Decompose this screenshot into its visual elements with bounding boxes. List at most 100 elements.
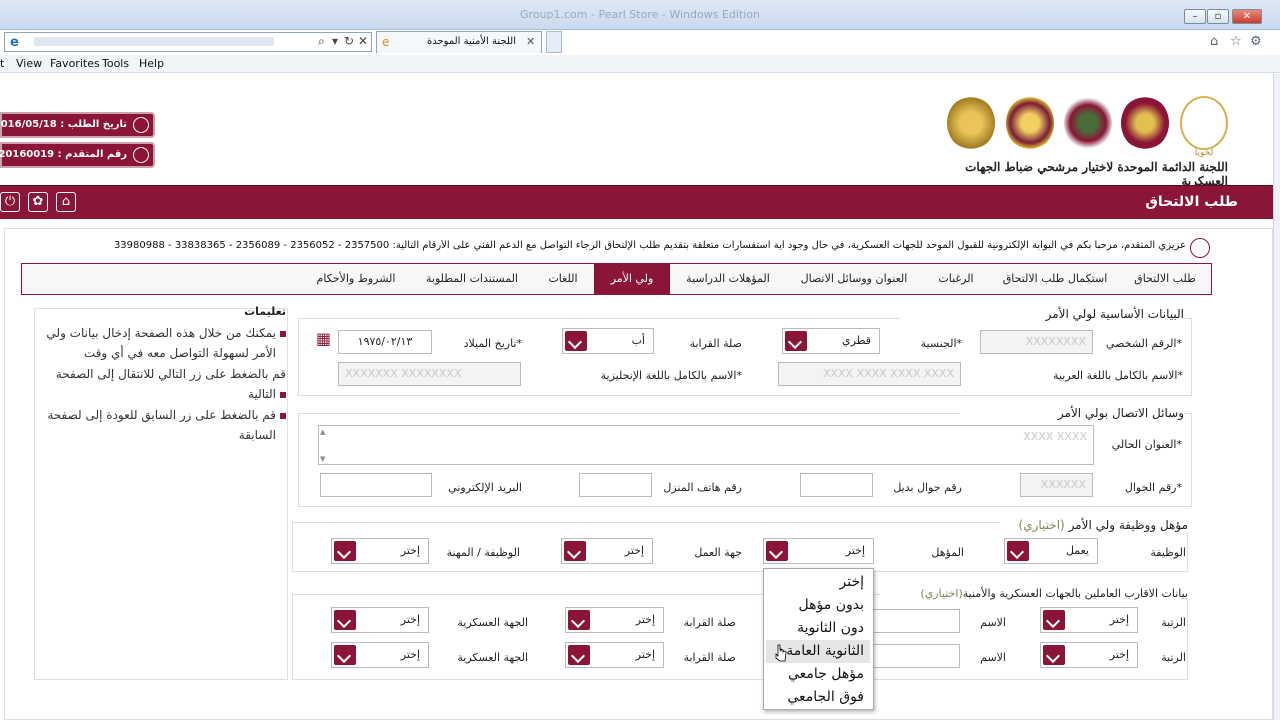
profession-label: الوظيفة / المهنة [446,546,520,559]
alt-mobile-field[interactable] [800,473,873,497]
clock-icon [133,117,149,133]
tab-address-contact[interactable]: العنوان ووسائل الاتصال [786,264,922,294]
relatives-title: بيانات الاقارب العاملين بالجهات العسكرية… [880,587,1188,600]
tab-ie-icon: e [382,35,390,49]
personal-id-field[interactable]: XXXXXXXX [980,330,1093,354]
page-scrollbar[interactable] [1273,74,1280,720]
email-field[interactable] [320,473,432,497]
ie-icon: e [10,35,19,50]
instruction-line: قم بالضغط على زر السابق للعودة إلى لصفحة [46,405,286,425]
contact-title: وسائل الاتصال بولي الأمر [960,406,1184,420]
power-icon[interactable]: ⏻ [0,192,20,212]
home-icon[interactable]: ⌂ [1210,34,1218,49]
home-page-icon[interactable]: ⌂ [56,192,76,212]
menu-file[interactable]: t [0,57,4,70]
lekhwiya-logo [1180,96,1228,150]
tab-complete-application[interactable]: استكمال طلب الالتحاق [990,264,1120,294]
name-ar-field[interactable]: XXXX XXXX XXXX XXXX [778,362,961,386]
new-tab-button[interactable] [546,31,562,53]
maximize-button[interactable]: ▫ [1207,9,1229,24]
relation-select[interactable]: أب [562,328,654,354]
relation-select-2[interactable]: إختر [565,642,664,668]
employer-select[interactable]: إختر [561,538,653,564]
chevron-down-icon [565,331,587,351]
instruction-line: السابقة [238,428,276,442]
military-label: الجهة العسكرية [457,651,528,664]
instruction-line: الأمر لسهولة التواصل معه في أي وقت [83,346,276,360]
gear-icon[interactable]: ⚙ [1250,34,1262,49]
name-label: الاسم [980,651,1006,664]
chevron-down-icon [564,541,586,561]
refresh-icon[interactable]: ↻ [344,34,354,48]
address-textarea[interactable]: XXXX XXXX [318,425,1094,465]
scroll-up-icon[interactable]: ▲ [320,428,325,436]
calendar-icon[interactable]: ▦ [316,329,331,348]
id-label: الرقم الشخصي* [1105,337,1182,350]
tab-qualifications[interactable]: المؤهلات الدراسية [670,264,786,294]
chevron-down-icon [568,610,590,630]
chevron-down-icon [568,645,590,665]
job-select[interactable]: يعمل [1004,538,1098,564]
minimize-button[interactable]: – [1184,9,1206,24]
dropdown-option[interactable]: مؤهل جامعي [766,663,870,686]
dropdown-option[interactable]: فوق الجامعي [766,686,870,709]
scroll-down-icon[interactable]: ▼ [320,455,325,463]
support-notice: عزيزي المتقدم، مرحباً بكم في البوابة الإ… [113,240,1186,251]
dropdown-option[interactable]: دون الثانوية [766,617,870,640]
qualification-label: المؤهل [931,546,964,559]
chevron-down-icon[interactable]: ▾ [332,34,338,48]
close-window-button[interactable]: ✕ [1232,9,1262,24]
dob-field[interactable]: ١٩٧٥/٠٢/١٣ [338,330,432,354]
menu-view[interactable]: View [16,57,42,70]
dropdown-option[interactable]: إختر [766,571,870,594]
qualification-select[interactable]: إختر [763,538,874,564]
nationality-select[interactable]: قطري [782,328,880,354]
lekhwiya-logo-text: لخويا [1194,148,1214,158]
chevron-down-icon [1043,610,1065,630]
relative-name-field-2[interactable] [870,644,960,668]
menu-bar [0,55,1280,73]
tab-languages[interactable]: اللغات [532,264,594,294]
military-select-2[interactable]: إختر [331,642,429,668]
rank-select-1[interactable]: إختر [1040,607,1138,633]
chevron-down-icon [1043,645,1065,665]
chevron-down-icon [334,645,356,665]
tab-preferences[interactable]: الرغبات [922,264,990,294]
chevron-down-icon [1007,541,1029,561]
menu-help[interactable]: Help [139,57,164,70]
settings-icon[interactable]: ✿ [28,192,48,212]
stop-icon[interactable]: ✕ [358,34,368,48]
tab-terms[interactable]: الشروط والأحكام [300,264,412,294]
chevron-down-icon [766,541,788,561]
home-phone-field[interactable] [579,473,652,497]
mobile-field[interactable]: XXXXXX [1020,473,1093,497]
instructions-title: تعليمات [244,305,286,318]
rank-select-2[interactable]: إختر [1040,642,1138,668]
tab-required-documents[interactable]: المستندات المطلوبة [412,264,532,294]
dropdown-option[interactable]: بدون مؤهل [766,594,870,617]
employer-label: جهة العمل [694,546,742,559]
tab-close-icon[interactable]: ✕ [526,35,535,48]
tab-application[interactable]: طلب الالتحاق [1120,264,1210,294]
menu-favorites[interactable]: Favorites [50,57,100,70]
star-icon[interactable]: ☆ [1230,34,1242,49]
chevron-down-icon [785,331,807,351]
chevron-down-icon [334,610,356,630]
defense-emblem-logo [1064,96,1112,150]
relation-label: صلة القرابة [683,616,736,629]
relative-name-field-1[interactable] [870,609,960,633]
organization-name: اللجنة الدائمة الموحدة لاختيار مرشحي ضبا… [965,160,1228,188]
military-select-1[interactable]: إختر [331,607,429,633]
relation-select-1[interactable]: إختر [565,607,664,633]
nationality-label: الجنسية* [920,337,962,350]
name-en-field[interactable]: XXXXXXX XXXXXXXX [338,362,521,386]
home-phone-label: رقم هاتف المنزل [663,481,742,494]
menu-tools[interactable]: Tools [102,57,129,70]
name-en-label: الاسم بالكامل باللغة الإنجليزية* [600,369,742,382]
tab-guardian[interactable]: ولي الأمر [594,264,670,294]
search-icon[interactable]: ⌕ [318,34,325,49]
profession-select[interactable]: إختر [331,538,429,564]
mobile-label: رقم الجوال* [1124,481,1182,494]
relation-label: صلة القرابة [689,337,742,350]
email-label: البريد الإلكتروني [448,481,522,494]
